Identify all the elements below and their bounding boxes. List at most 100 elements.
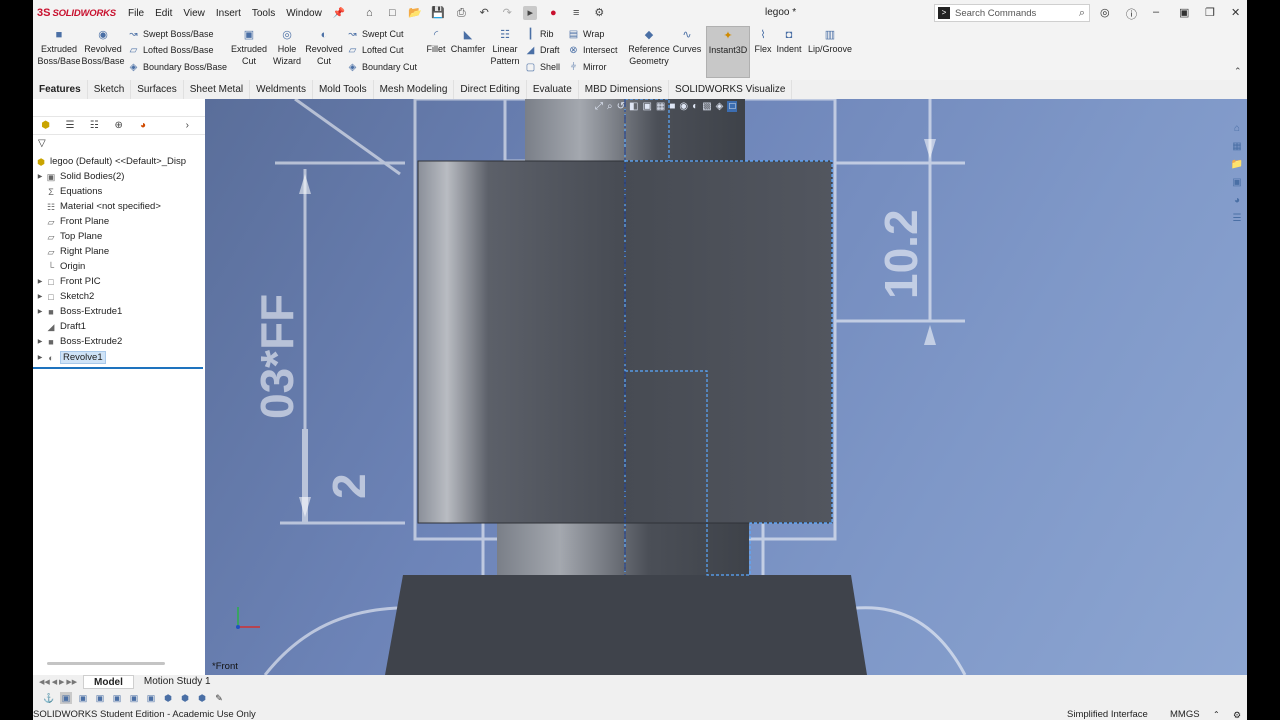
new-document-icon[interactable]: □ (385, 6, 399, 20)
tree-root[interactable]: ⬢ legoo (Default) <<Default>_Disp (35, 154, 186, 169)
file-properties-icon[interactable]: ≡ (569, 6, 583, 20)
display-pane-icon[interactable]: □ (727, 101, 738, 112)
filter-icon[interactable]: ▽ (33, 135, 205, 153)
boundary-boss-button[interactable]: ◈ Boundary Boss/Base (127, 59, 227, 75)
open-folder-icon[interactable]: 📂 (408, 6, 422, 20)
panel-handle[interactable] (33, 99, 205, 117)
expand-arrow-icon[interactable]: ▶ (35, 278, 45, 285)
edit-appearance-icon[interactable]: ◐ (692, 101, 698, 112)
rollback-bar[interactable] (33, 367, 203, 369)
maximize-icon[interactable]: ❐ (1205, 6, 1215, 19)
tab-surfaces[interactable]: Surfaces (131, 80, 184, 99)
section-view-icon[interactable]: ◧ (629, 101, 638, 112)
anchor-icon[interactable]: ⚓ (43, 692, 55, 704)
tab-sketch[interactable]: Sketch (88, 80, 132, 99)
tab-mold-tools[interactable]: Mold Tools (313, 80, 374, 99)
file-explorer-icon[interactable]: 📁 (1230, 158, 1244, 172)
zoom-to-area-icon[interactable]: ⌕ (607, 101, 613, 112)
wrap-button[interactable]: ▤ Wrap (567, 26, 605, 42)
reference-geometry-button[interactable]: ◆ Reference Geometry (627, 28, 671, 67)
tab-direct-editing[interactable]: Direct Editing (454, 80, 527, 99)
menu-window[interactable]: Window (286, 8, 322, 19)
home-icon[interactable]: ⌂ (362, 6, 376, 20)
collapse-ribbon-icon[interactable]: ⌃ (1234, 66, 1242, 77)
tree-item-equations[interactable]: Σ Equations (45, 184, 102, 199)
menu-insert[interactable]: Insert (216, 8, 241, 19)
bottom-view-icon[interactable]: ▣ (145, 692, 157, 704)
tree-item-origin[interactable]: └ Origin (45, 259, 86, 274)
edit-view-icon[interactable]: ✎ (213, 692, 225, 704)
dynamic-annotation-icon[interactable]: ▣ (642, 101, 651, 112)
expand-arrow-icon[interactable]: ▶ (35, 173, 45, 180)
tree-item-solid-bodies[interactable]: ▶ ▣ Solid Bodies(2) (35, 169, 125, 184)
chamfer-button[interactable]: ◣ Chamfer (450, 28, 486, 55)
lip-groove-button[interactable]: ▥ Lip/Groove (806, 28, 854, 55)
tree-item-right-plane[interactable]: ▱ Right Plane (45, 244, 110, 259)
appearances-icon[interactable]: ◕ (1230, 194, 1244, 208)
expand-arrow-icon[interactable]: ▶ (35, 293, 45, 300)
configuration-manager-tab-icon[interactable]: ☷ (88, 119, 101, 133)
solidworks-logo[interactable]: 3S SOLIDWORKS (37, 7, 116, 19)
pin-icon[interactable]: 📌 (333, 8, 345, 19)
tree-item-top-plane[interactable]: ▱ Top Plane (45, 229, 103, 244)
tab-model[interactable]: Model (83, 675, 134, 689)
instant3d-button[interactable]: ✦ Instant3D (706, 26, 750, 78)
tree-item-boss-extrude1[interactable]: ▶ ■ Boss-Extrude1 (35, 304, 123, 319)
graphics-viewport[interactable]: 03*FF 10.2 2 ⤢ ⌕ ↺ ◧ ▣ ▦ ■ ◉ ◐ ▧ ◈ □ *Fr… (205, 99, 1247, 675)
search-icon[interactable]: ⌕ (1079, 7, 1085, 20)
menu-file[interactable]: File (128, 8, 144, 19)
left-view-icon[interactable]: ▣ (94, 692, 106, 704)
tab-motion-study-1[interactable]: Motion Study 1 (134, 675, 221, 689)
lofted-boss-button[interactable]: ▱ Lofted Boss/Base (127, 42, 214, 58)
expand-panel-chevron-icon[interactable]: › (181, 119, 194, 133)
rib-button[interactable]: ┃ Rib (524, 26, 553, 42)
previous-view-icon[interactable]: ↺ (617, 101, 625, 112)
shell-button[interactable]: ▢ Shell (524, 59, 560, 75)
tab-nav-arrows-icon[interactable]: ◀◀ ◀ ▶ ▶▶ (33, 678, 83, 686)
tab-evaluate[interactable]: Evaluate (527, 80, 579, 99)
zoom-to-fit-icon[interactable]: ⤢ (595, 101, 603, 112)
redo-icon[interactable]: ↷ (500, 6, 514, 20)
indent-button[interactable]: ◘ Indent (775, 28, 803, 55)
swept-cut-button[interactable]: ↝ Swept Cut (346, 26, 403, 42)
custom-properties-icon[interactable]: ☰ (1230, 212, 1244, 226)
expand-arrow-icon[interactable]: ▶ (35, 354, 45, 361)
tab-solidworks-visualize[interactable]: SOLIDWORKS Visualize (669, 80, 793, 99)
select-cursor-icon[interactable]: ▸ (523, 6, 538, 20)
tab-mbd-dimensions[interactable]: MBD Dimensions (579, 80, 670, 99)
tree-item-material[interactable]: ☷ Material <not specified> (45, 199, 161, 214)
boundary-cut-button[interactable]: ◈ Boundary Cut (346, 59, 417, 75)
search-commands-box[interactable]: > Search Commands ⌕ (934, 4, 1090, 22)
horizontal-scrollbar[interactable] (47, 662, 165, 665)
options-gear-icon[interactable]: ⚙ (592, 6, 606, 20)
front-view-icon[interactable]: ▣ (60, 692, 72, 704)
curves-button[interactable]: ∿ Curves (671, 28, 703, 55)
property-manager-tab-icon[interactable]: ☰ (63, 119, 76, 133)
trimetric-view-icon[interactable]: ⬢ (179, 692, 191, 704)
menu-edit[interactable]: Edit (155, 8, 172, 19)
fillet-button[interactable]: ◜ Fillet (425, 28, 447, 55)
tree-item-front-pic[interactable]: ▶ □ Front PIC (35, 274, 101, 289)
feature-manager-tab-icon[interactable]: ⬢ (39, 119, 52, 133)
display-style-icon[interactable]: ■ (669, 101, 675, 112)
linear-pattern-button[interactable]: ☷ Linear Pattern (489, 28, 521, 67)
search-input[interactable]: Search Commands (955, 8, 1079, 19)
minimize-icon[interactable]: – (1153, 6, 1159, 18)
menu-tools[interactable]: Tools (252, 8, 275, 19)
rebuild-icon[interactable]: ● (546, 6, 560, 20)
hide-show-items-icon[interactable]: ◉ (679, 101, 688, 112)
tree-item-draft1[interactable]: ◢ Draft1 (45, 319, 86, 334)
design-library-icon[interactable]: ▦ (1230, 140, 1244, 154)
help-icon[interactable]: ⓘ (1126, 6, 1137, 22)
units-dropdown-icon[interactable]: ⌃ (1213, 707, 1220, 720)
intersect-button[interactable]: ⊗ Intersect (567, 42, 617, 58)
expand-arrow-icon[interactable]: ▶ (35, 338, 45, 345)
revolved-cut-button[interactable]: ◐ Revolved Cut (305, 28, 343, 67)
dimxpert-tab-icon[interactable]: ⊕ (112, 119, 125, 133)
tab-sheet-metal[interactable]: Sheet Metal (184, 80, 251, 99)
revolved-boss-button[interactable]: ◉ Revolved Boss/Base (81, 28, 125, 67)
solidworks-resources-icon[interactable]: ⌂ (1230, 122, 1244, 136)
flex-button[interactable]: ⌇ Flex (753, 28, 773, 55)
restore-window-icon[interactable]: ▣ (1179, 6, 1189, 19)
tree-item-front-plane[interactable]: ▱ Front Plane (45, 214, 110, 229)
